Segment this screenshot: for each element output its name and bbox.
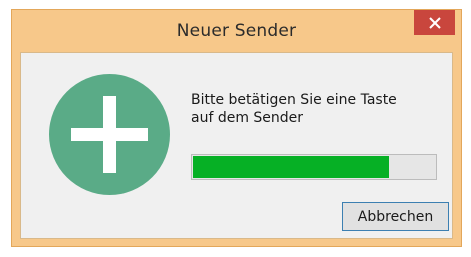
instruction-line-2: auf dem Sender — [191, 110, 304, 126]
plus-icon — [49, 74, 170, 195]
window-title: Neuer Sender — [176, 21, 297, 41]
cancel-button[interactable]: Abbrechen — [342, 202, 449, 231]
progress-bar — [191, 154, 437, 180]
instruction-text: Bitte betätigen Sie eine Taste auf dem S… — [191, 91, 441, 127]
title-bar[interactable]: Neuer Sender — [12, 10, 461, 52]
instruction-line-1: Bitte betätigen Sie eine Taste — [191, 92, 397, 108]
progress-bar-fill — [193, 156, 389, 178]
plus-glyph — [71, 96, 148, 173]
dialog-window: Neuer Sender Bitte betätigen Sie eine Ta… — [11, 9, 462, 247]
dialog-body: Bitte betätigen Sie eine Taste auf dem S… — [20, 52, 453, 239]
close-icon — [428, 16, 441, 29]
close-button[interactable] — [414, 10, 455, 35]
